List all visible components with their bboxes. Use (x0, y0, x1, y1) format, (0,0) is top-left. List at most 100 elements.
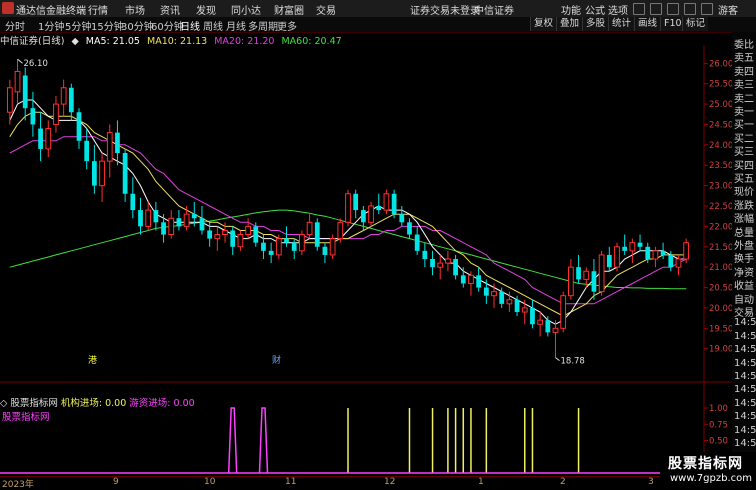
period-1min[interactable]: 1分钟 (38, 18, 64, 33)
period-5min[interactable]: 5分钟 (65, 18, 91, 33)
menu-hangqing[interactable]: 行情 (88, 2, 108, 17)
date-month-11: 11 (285, 477, 297, 487)
app-name: 通达信金融终端 (16, 6, 86, 17)
candle-body-up (614, 246, 620, 268)
menu-shichang[interactable]: 市场 (125, 2, 145, 17)
candle-body-down (460, 275, 466, 284)
btn-huaxian[interactable]: 画线 (634, 17, 661, 31)
tile-icon[interactable] (650, 3, 662, 15)
candle-body-down (30, 108, 36, 125)
period-multi[interactable]: 多周期 (248, 18, 278, 33)
period-more[interactable]: 更多 (277, 18, 297, 33)
candle-body-up (506, 299, 513, 305)
indicator-expand-icon[interactable]: ◇ (0, 398, 7, 409)
side-panel-item: 14:5 (734, 371, 756, 382)
candle-body-down (230, 230, 236, 247)
menu-tongxiaoda[interactable]: 同小达 (231, 2, 261, 17)
btn-biaoji[interactable]: 标记 (682, 17, 709, 31)
watermark-title: 股票指标网 (668, 456, 743, 472)
menu-gongshi[interactable]: 公式 (585, 2, 605, 17)
period-15min[interactable]: 15分钟 (91, 18, 124, 33)
date-year: 2023年 (2, 480, 34, 490)
price-tick-label: 22.50 (709, 202, 732, 212)
candle-body-down (645, 246, 651, 259)
candle-body-up (299, 234, 305, 252)
watermark-url: www.7gpzb.com (670, 473, 752, 484)
candle-body-down (499, 291, 505, 304)
candle-body-up (237, 234, 244, 248)
candle-body-down (268, 250, 274, 255)
price-tick-label: 25.00 (709, 100, 732, 110)
low-price-label: 18.78 (561, 357, 585, 367)
candle-body-down (322, 246, 328, 255)
menu-gongneng[interactable]: 功能 (561, 2, 581, 17)
candle-body-up (567, 266, 574, 297)
menu-jiaoyi[interactable]: 交易 (316, 2, 336, 17)
cai-marker[interactable]: 财 (272, 354, 281, 366)
candle-body-up (583, 270, 590, 280)
menu-zixun[interactable]: 资讯 (160, 2, 180, 17)
candle-body-down (284, 238, 289, 243)
indicator-name[interactable]: 股票指标网 (10, 398, 58, 409)
candle-body-up (368, 205, 374, 223)
candle-body-down (261, 242, 266, 251)
date-axis: 2023年 9 10 11 12 1 2 3 (0, 476, 660, 490)
settings-icon[interactable] (667, 3, 679, 15)
period-30min[interactable]: 30分钟 (121, 18, 154, 33)
period-weekly[interactable]: 周线 (203, 18, 223, 33)
candle-body-up (53, 103, 59, 125)
candle-body-up (45, 128, 52, 150)
app-logo-icon (2, 2, 14, 14)
gang-marker[interactable]: 港 (88, 354, 97, 366)
guest-label[interactable]: 游客 (718, 2, 738, 17)
candle-body-up (345, 193, 351, 223)
price-tick-label: 26.00 (709, 59, 732, 69)
candle-body-up (598, 254, 605, 293)
candle-body-up (214, 234, 221, 240)
btn-diejia[interactable]: 叠加 (556, 17, 583, 31)
price-tick-label: 21.50 (709, 243, 732, 253)
candle-body-down (191, 214, 197, 219)
watermark: 股票指标网 www.7gpzb.com (660, 452, 756, 487)
period-daily[interactable]: 日线 (180, 18, 200, 33)
candle-body-up (337, 221, 344, 240)
candle-body-down (38, 128, 43, 149)
restore-icon[interactable] (633, 3, 645, 15)
side-panel-item: 14:5 (734, 397, 756, 409)
candle-body-up (521, 307, 528, 313)
price-tick-label: 25.50 (709, 80, 732, 90)
minimize-icon[interactable] (701, 3, 713, 15)
btn-f10[interactable]: F10 (660, 17, 685, 31)
candle-body-down (545, 320, 551, 333)
layout-icon[interactable] (684, 3, 696, 15)
candle-body-down (637, 242, 643, 247)
side-panel-item: 14:5 (734, 424, 756, 436)
candle-body-up (629, 242, 636, 252)
candle-body-down (530, 307, 535, 325)
period-60min[interactable]: 60分钟 (151, 18, 184, 33)
login-notice[interactable]: 证券交易未登录 (410, 2, 480, 17)
side-panel-item: 14:5 (734, 357, 756, 369)
period-monthly[interactable]: 月线 (226, 18, 246, 33)
menu-faxian[interactable]: 发现 (196, 2, 216, 17)
btn-fuquan[interactable]: 复权 (530, 17, 557, 31)
candle-body-down (291, 242, 297, 251)
candle-body-down (115, 132, 120, 153)
btn-tongji[interactable]: 统计 (608, 17, 635, 31)
candle-body-up (275, 238, 282, 256)
price-tick-label: 22.00 (709, 222, 732, 232)
btn-duogu[interactable]: 多股 (582, 17, 609, 31)
candle-body-up (14, 70, 21, 93)
kline-chart[interactable]: 26.00 25.50 25.00 24.50 24.00 23.50 23.00 22.50… (0, 45, 732, 476)
candle-body-up (145, 209, 152, 227)
period-fenshi[interactable]: 分时 (5, 18, 25, 33)
candle-body-down (84, 140, 90, 162)
menu-xuanxiang[interactable]: 选项 (608, 2, 628, 17)
candle-body-down (68, 87, 74, 113)
menu-caifuquan[interactable]: 财富圈 (274, 2, 304, 17)
price-tick-label: 24.50 (709, 120, 732, 130)
youzi-label: 游资进场: 0.00 (129, 398, 195, 409)
candle-body-down (399, 214, 405, 223)
candle-body-down (514, 299, 520, 312)
candle-body-down (391, 193, 397, 215)
